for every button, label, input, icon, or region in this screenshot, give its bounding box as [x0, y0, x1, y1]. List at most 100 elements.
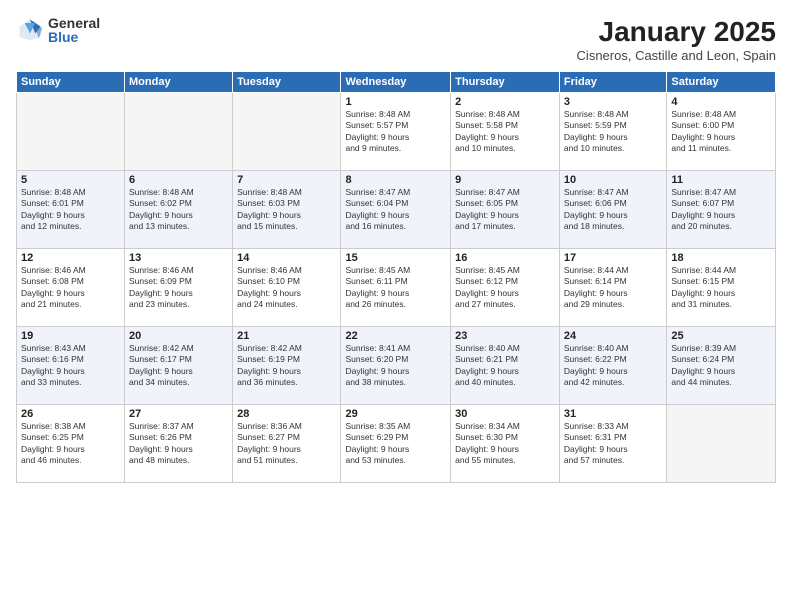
calendar-cell: [667, 405, 776, 483]
day-number: 15: [345, 252, 446, 264]
day-info: Sunrise: 8:48 AMSunset: 5:58 PMDaylight:…: [455, 109, 555, 155]
weekday-header-sunday: Sunday: [17, 72, 125, 93]
calendar-cell: 8Sunrise: 8:47 AMSunset: 6:04 PMDaylight…: [341, 171, 451, 249]
day-info: Sunrise: 8:42 AMSunset: 6:17 PMDaylight:…: [129, 343, 228, 389]
day-number: 2: [455, 96, 555, 108]
day-number: 12: [21, 252, 120, 264]
day-number: 13: [129, 252, 228, 264]
calendar-cell: 21Sunrise: 8:42 AMSunset: 6:19 PMDayligh…: [233, 327, 341, 405]
day-info: Sunrise: 8:44 AMSunset: 6:15 PMDaylight:…: [671, 265, 771, 311]
logo-blue: Blue: [48, 30, 100, 44]
day-info: Sunrise: 8:33 AMSunset: 6:31 PMDaylight:…: [564, 421, 662, 467]
day-info: Sunrise: 8:46 AMSunset: 6:09 PMDaylight:…: [129, 265, 228, 311]
title-area: January 2025 Cisneros, Castille and Leon…: [577, 16, 776, 63]
logo-general: General: [48, 16, 100, 30]
day-number: 14: [237, 252, 336, 264]
day-number: 1: [345, 96, 446, 108]
day-number: 7: [237, 174, 336, 186]
day-number: 25: [671, 330, 771, 342]
day-number: 24: [564, 330, 662, 342]
day-info: Sunrise: 8:36 AMSunset: 6:27 PMDaylight:…: [237, 421, 336, 467]
day-info: Sunrise: 8:48 AMSunset: 6:00 PMDaylight:…: [671, 109, 771, 155]
day-info: Sunrise: 8:45 AMSunset: 6:12 PMDaylight:…: [455, 265, 555, 311]
calendar-cell: 28Sunrise: 8:36 AMSunset: 6:27 PMDayligh…: [233, 405, 341, 483]
calendar-cell: 27Sunrise: 8:37 AMSunset: 6:26 PMDayligh…: [125, 405, 233, 483]
calendar-subtitle: Cisneros, Castille and Leon, Spain: [577, 48, 776, 63]
logo: General Blue: [16, 16, 100, 44]
weekday-header-saturday: Saturday: [667, 72, 776, 93]
calendar-cell: 9Sunrise: 8:47 AMSunset: 6:05 PMDaylight…: [451, 171, 560, 249]
calendar-cell: 1Sunrise: 8:48 AMSunset: 5:57 PMDaylight…: [341, 93, 451, 171]
calendar-cell: 30Sunrise: 8:34 AMSunset: 6:30 PMDayligh…: [451, 405, 560, 483]
day-number: 26: [21, 408, 120, 420]
day-number: 23: [455, 330, 555, 342]
calendar-cell: 14Sunrise: 8:46 AMSunset: 6:10 PMDayligh…: [233, 249, 341, 327]
day-info: Sunrise: 8:40 AMSunset: 6:22 PMDaylight:…: [564, 343, 662, 389]
day-info: Sunrise: 8:47 AMSunset: 6:04 PMDaylight:…: [345, 187, 446, 233]
calendar-week-row: 1Sunrise: 8:48 AMSunset: 5:57 PMDaylight…: [17, 93, 776, 171]
calendar-cell: 16Sunrise: 8:45 AMSunset: 6:12 PMDayligh…: [451, 249, 560, 327]
day-info: Sunrise: 8:39 AMSunset: 6:24 PMDaylight:…: [671, 343, 771, 389]
day-number: 21: [237, 330, 336, 342]
day-number: 18: [671, 252, 771, 264]
calendar-cell: 11Sunrise: 8:47 AMSunset: 6:07 PMDayligh…: [667, 171, 776, 249]
day-info: Sunrise: 8:38 AMSunset: 6:25 PMDaylight:…: [21, 421, 120, 467]
calendar-cell: 19Sunrise: 8:43 AMSunset: 6:16 PMDayligh…: [17, 327, 125, 405]
day-number: 6: [129, 174, 228, 186]
day-info: Sunrise: 8:48 AMSunset: 6:02 PMDaylight:…: [129, 187, 228, 233]
calendar-cell: [125, 93, 233, 171]
day-number: 22: [345, 330, 446, 342]
day-number: 28: [237, 408, 336, 420]
calendar-cell: 25Sunrise: 8:39 AMSunset: 6:24 PMDayligh…: [667, 327, 776, 405]
header: General Blue January 2025 Cisneros, Cast…: [16, 16, 776, 63]
calendar-cell: 10Sunrise: 8:47 AMSunset: 6:06 PMDayligh…: [559, 171, 666, 249]
day-info: Sunrise: 8:40 AMSunset: 6:21 PMDaylight:…: [455, 343, 555, 389]
day-number: 19: [21, 330, 120, 342]
day-info: Sunrise: 8:47 AMSunset: 6:06 PMDaylight:…: [564, 187, 662, 233]
day-info: Sunrise: 8:47 AMSunset: 6:07 PMDaylight:…: [671, 187, 771, 233]
calendar-cell: 26Sunrise: 8:38 AMSunset: 6:25 PMDayligh…: [17, 405, 125, 483]
weekday-header-monday: Monday: [125, 72, 233, 93]
calendar-cell: 20Sunrise: 8:42 AMSunset: 6:17 PMDayligh…: [125, 327, 233, 405]
calendar-week-row: 26Sunrise: 8:38 AMSunset: 6:25 PMDayligh…: [17, 405, 776, 483]
logo-text: General Blue: [48, 16, 100, 44]
calendar-cell: 17Sunrise: 8:44 AMSunset: 6:14 PMDayligh…: [559, 249, 666, 327]
day-info: Sunrise: 8:46 AMSunset: 6:08 PMDaylight:…: [21, 265, 120, 311]
day-info: Sunrise: 8:48 AMSunset: 5:57 PMDaylight:…: [345, 109, 446, 155]
calendar-cell: 22Sunrise: 8:41 AMSunset: 6:20 PMDayligh…: [341, 327, 451, 405]
page: General Blue January 2025 Cisneros, Cast…: [0, 0, 792, 612]
calendar-cell: 7Sunrise: 8:48 AMSunset: 6:03 PMDaylight…: [233, 171, 341, 249]
day-info: Sunrise: 8:35 AMSunset: 6:29 PMDaylight:…: [345, 421, 446, 467]
day-number: 9: [455, 174, 555, 186]
calendar-title: January 2025: [577, 16, 776, 48]
calendar-week-row: 19Sunrise: 8:43 AMSunset: 6:16 PMDayligh…: [17, 327, 776, 405]
weekday-header-row: SundayMondayTuesdayWednesdayThursdayFrid…: [17, 72, 776, 93]
day-info: Sunrise: 8:43 AMSunset: 6:16 PMDaylight:…: [21, 343, 120, 389]
calendar-cell: [233, 93, 341, 171]
day-number: 5: [21, 174, 120, 186]
day-number: 31: [564, 408, 662, 420]
calendar-cell: 13Sunrise: 8:46 AMSunset: 6:09 PMDayligh…: [125, 249, 233, 327]
day-number: 4: [671, 96, 771, 108]
calendar-cell: 23Sunrise: 8:40 AMSunset: 6:21 PMDayligh…: [451, 327, 560, 405]
calendar-cell: [17, 93, 125, 171]
calendar-cell: 18Sunrise: 8:44 AMSunset: 6:15 PMDayligh…: [667, 249, 776, 327]
day-info: Sunrise: 8:41 AMSunset: 6:20 PMDaylight:…: [345, 343, 446, 389]
calendar-cell: 6Sunrise: 8:48 AMSunset: 6:02 PMDaylight…: [125, 171, 233, 249]
day-number: 10: [564, 174, 662, 186]
day-number: 29: [345, 408, 446, 420]
day-info: Sunrise: 8:48 AMSunset: 6:03 PMDaylight:…: [237, 187, 336, 233]
calendar-week-row: 12Sunrise: 8:46 AMSunset: 6:08 PMDayligh…: [17, 249, 776, 327]
day-number: 11: [671, 174, 771, 186]
day-number: 27: [129, 408, 228, 420]
calendar-cell: 5Sunrise: 8:48 AMSunset: 6:01 PMDaylight…: [17, 171, 125, 249]
calendar-cell: 29Sunrise: 8:35 AMSunset: 6:29 PMDayligh…: [341, 405, 451, 483]
day-info: Sunrise: 8:44 AMSunset: 6:14 PMDaylight:…: [564, 265, 662, 311]
day-info: Sunrise: 8:37 AMSunset: 6:26 PMDaylight:…: [129, 421, 228, 467]
day-number: 3: [564, 96, 662, 108]
calendar-cell: 24Sunrise: 8:40 AMSunset: 6:22 PMDayligh…: [559, 327, 666, 405]
calendar-cell: 3Sunrise: 8:48 AMSunset: 5:59 PMDaylight…: [559, 93, 666, 171]
calendar-cell: 4Sunrise: 8:48 AMSunset: 6:00 PMDaylight…: [667, 93, 776, 171]
day-info: Sunrise: 8:46 AMSunset: 6:10 PMDaylight:…: [237, 265, 336, 311]
weekday-header-friday: Friday: [559, 72, 666, 93]
